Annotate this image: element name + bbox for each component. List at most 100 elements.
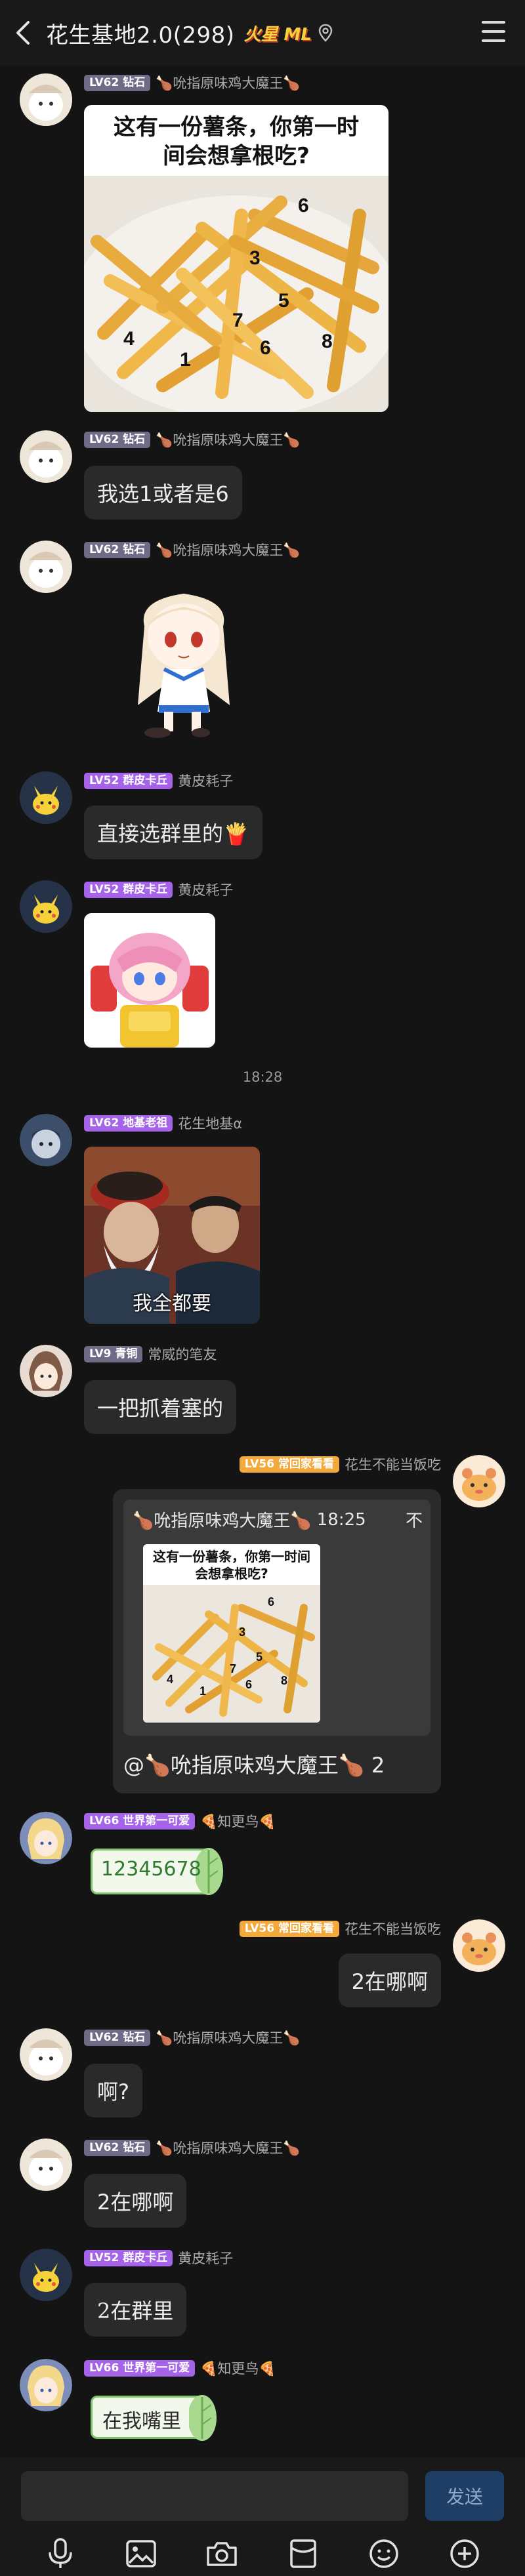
svg-text:5: 5	[256, 1650, 262, 1664]
avatar[interactable]	[453, 1919, 505, 1972]
red-packet-button[interactable]	[285, 2535, 322, 2572]
message-bubble[interactable]: 2在哪啊	[84, 2174, 187, 2228]
level-badge: LV66 世界第一可爱	[84, 1812, 196, 1830]
more-button[interactable]	[446, 2535, 483, 2572]
sender-name[interactable]: 🍗吮指原味鸡大魔王🍗	[156, 73, 300, 92]
sender-name[interactable]: 🍕知更鸟🍕	[200, 1811, 276, 1831]
composer-toolbar	[0, 2531, 525, 2576]
send-button[interactable]: 发送	[425, 2471, 504, 2521]
level-badge: LV52 群皮卡丘	[84, 881, 173, 898]
avatar[interactable]	[20, 1345, 72, 1397]
image-icon	[126, 2540, 156, 2567]
message-bubble[interactable]: 2在哪啊	[338, 1953, 441, 2007]
message-bubble[interactable]: 2在群里	[84, 2283, 187, 2337]
sender-meta: LV52 群皮卡丘 黄皮耗子	[84, 771, 233, 790]
message-bubble[interactable]: 一把抓着塞的	[84, 1380, 237, 1434]
quote-close-button[interactable]: 不	[406, 1507, 423, 1532]
avatar[interactable]	[20, 73, 72, 126]
avatar[interactable]	[20, 2359, 72, 2411]
fry-number: 5	[278, 290, 289, 312]
message-bubble[interactable]: 啊?	[84, 2064, 142, 2117]
location-icon[interactable]	[318, 24, 333, 42]
sender-meta: LV62 钻石 🍗吮指原味鸡大魔王🍗	[84, 541, 301, 559]
avatar[interactable]	[20, 771, 72, 824]
level-badge: LV62 钻石	[84, 541, 151, 558]
sender-name[interactable]: 常威的笔友	[148, 1344, 217, 1364]
level-badge: LV9 青铜	[84, 1345, 143, 1362]
level-badge: LV62 钻石	[84, 2139, 151, 2156]
pink-hair-girl-sticker	[84, 913, 215, 1048]
quote-message[interactable]: 🍗吮指原味鸡大魔王🍗 18:25 不 这有一份薯条，你第一时间会想拿根吃? 6 …	[113, 1489, 441, 1793]
sender-name[interactable]: 黄皮耗子	[178, 771, 233, 790]
anime-girl-sticker[interactable]	[118, 581, 249, 738]
sender-meta: LV62 钻石 🍗吮指原味鸡大魔王🍗	[84, 430, 301, 449]
message-bubble[interactable]: 直接选群里的🍟	[84, 806, 262, 859]
emoji-icon	[369, 2539, 398, 2568]
avatar-image	[20, 1345, 72, 1397]
sender-name[interactable]: 🍗吮指原味鸡大魔王🍗	[156, 2138, 300, 2157]
message-input[interactable]	[21, 2471, 408, 2521]
sender-name[interactable]: 黄皮耗子	[178, 2248, 233, 2268]
voice-button[interactable]	[42, 2535, 79, 2572]
sender-name[interactable]: 黄皮耗子	[178, 880, 233, 899]
message-bubble[interactable]: 在我嘴里	[84, 2392, 222, 2444]
avatar-image	[20, 430, 72, 483]
avatar[interactable]	[20, 880, 72, 933]
menu-icon-line	[482, 39, 505, 42]
sender-name[interactable]: 花生不能当饭吃	[345, 1454, 441, 1474]
sender-name[interactable]: 🍕知更鸟🍕	[200, 2358, 276, 2378]
avatar-image	[453, 1919, 505, 1972]
sender-meta: LV56 常回家看看 花生不能当饭吃	[239, 1454, 441, 1474]
svg-text:6: 6	[268, 1595, 274, 1608]
sender-meta: LV62 钻石 🍗吮指原味鸡大魔王🍗	[84, 73, 301, 92]
fries-photo-thumbnail: 6 35 7 4 1 6 8	[143, 1585, 320, 1723]
svg-text:7: 7	[230, 1662, 236, 1675]
image-button[interactable]	[123, 2535, 159, 2572]
avatar[interactable]	[20, 1812, 72, 1864]
emoji-button[interactable]	[366, 2535, 402, 2572]
sender-name[interactable]: 花生地基α	[178, 1113, 242, 1133]
avatar[interactable]	[20, 541, 72, 593]
menu-button[interactable]	[482, 21, 505, 42]
svg-text:1: 1	[200, 1685, 206, 1698]
avatar[interactable]	[20, 2138, 72, 2191]
image-message[interactable]: 我全都要	[84, 1147, 260, 1324]
level-badge: LV62 钻石	[84, 74, 151, 91]
quote-reply-text: @🍗吮指原味鸡大魔王🍗 2	[123, 1749, 385, 1779]
avatar[interactable]	[20, 2249, 72, 2301]
sender-name[interactable]: 🍗吮指原味鸡大魔王🍗	[156, 2028, 300, 2047]
message-text: 在我嘴里	[102, 2410, 181, 2433]
avatar[interactable]	[453, 1455, 505, 1507]
avatar-image	[20, 541, 72, 593]
sender-meta: LV66 世界第一可爱 🍕知更鸟🍕	[84, 1812, 276, 1830]
message-bubble[interactable]: 我选1或者是6	[84, 466, 242, 520]
message-bubble[interactable]: 12345678	[84, 1845, 228, 1898]
image-message[interactable]: 这有一份薯条，你第一时间会想拿根吃? 6 3 5 7 4 1 6 8	[84, 105, 388, 412]
level-badge: LV62 钻石	[84, 2029, 151, 2046]
avatar[interactable]	[20, 1114, 72, 1166]
quoted-image[interactable]: 这有一份薯条，你第一时间会想拿根吃? 6 35 7 4 1 6 8	[143, 1544, 320, 1723]
cabbage-icon	[189, 2395, 217, 2441]
image-caption: 这有一份薯条，你第一时间会想拿根吃?	[153, 1549, 310, 1582]
avatar-image	[20, 1812, 72, 1864]
camera-button[interactable]	[203, 2535, 240, 2572]
sender-name[interactable]: 花生不能当饭吃	[345, 1919, 441, 1938]
back-button[interactable]	[0, 0, 46, 66]
avatar[interactable]	[20, 430, 72, 483]
sticker-message[interactable]	[84, 913, 215, 1048]
menu-icon-line	[482, 30, 505, 33]
red-packet-icon	[289, 2539, 316, 2568]
avatar-image	[20, 2249, 72, 2301]
mention[interactable]: @🍗吮指原味鸡大魔王🍗	[123, 1753, 365, 1778]
sender-name[interactable]: 🍗吮指原味鸡大魔王🍗	[156, 540, 300, 560]
level-badge: LV62 地基老祖	[84, 1114, 173, 1132]
reply-text: 2	[364, 1753, 385, 1778]
sender-meta: LV62 钻石 🍗吮指原味鸡大魔王🍗	[84, 2028, 301, 2047]
avatar-image	[20, 2028, 72, 2081]
avatar-image	[20, 73, 72, 126]
avatar[interactable]	[20, 2028, 72, 2081]
plus-icon	[450, 2539, 480, 2568]
sender-name[interactable]: 🍗吮指原味鸡大魔王🍗	[156, 430, 300, 449]
sender-meta: LV9 青铜 常威的笔友	[84, 1345, 217, 1363]
quoted-block[interactable]: 🍗吮指原味鸡大魔王🍗 18:25 不 这有一份薯条，你第一时间会想拿根吃? 6 …	[123, 1500, 430, 1736]
